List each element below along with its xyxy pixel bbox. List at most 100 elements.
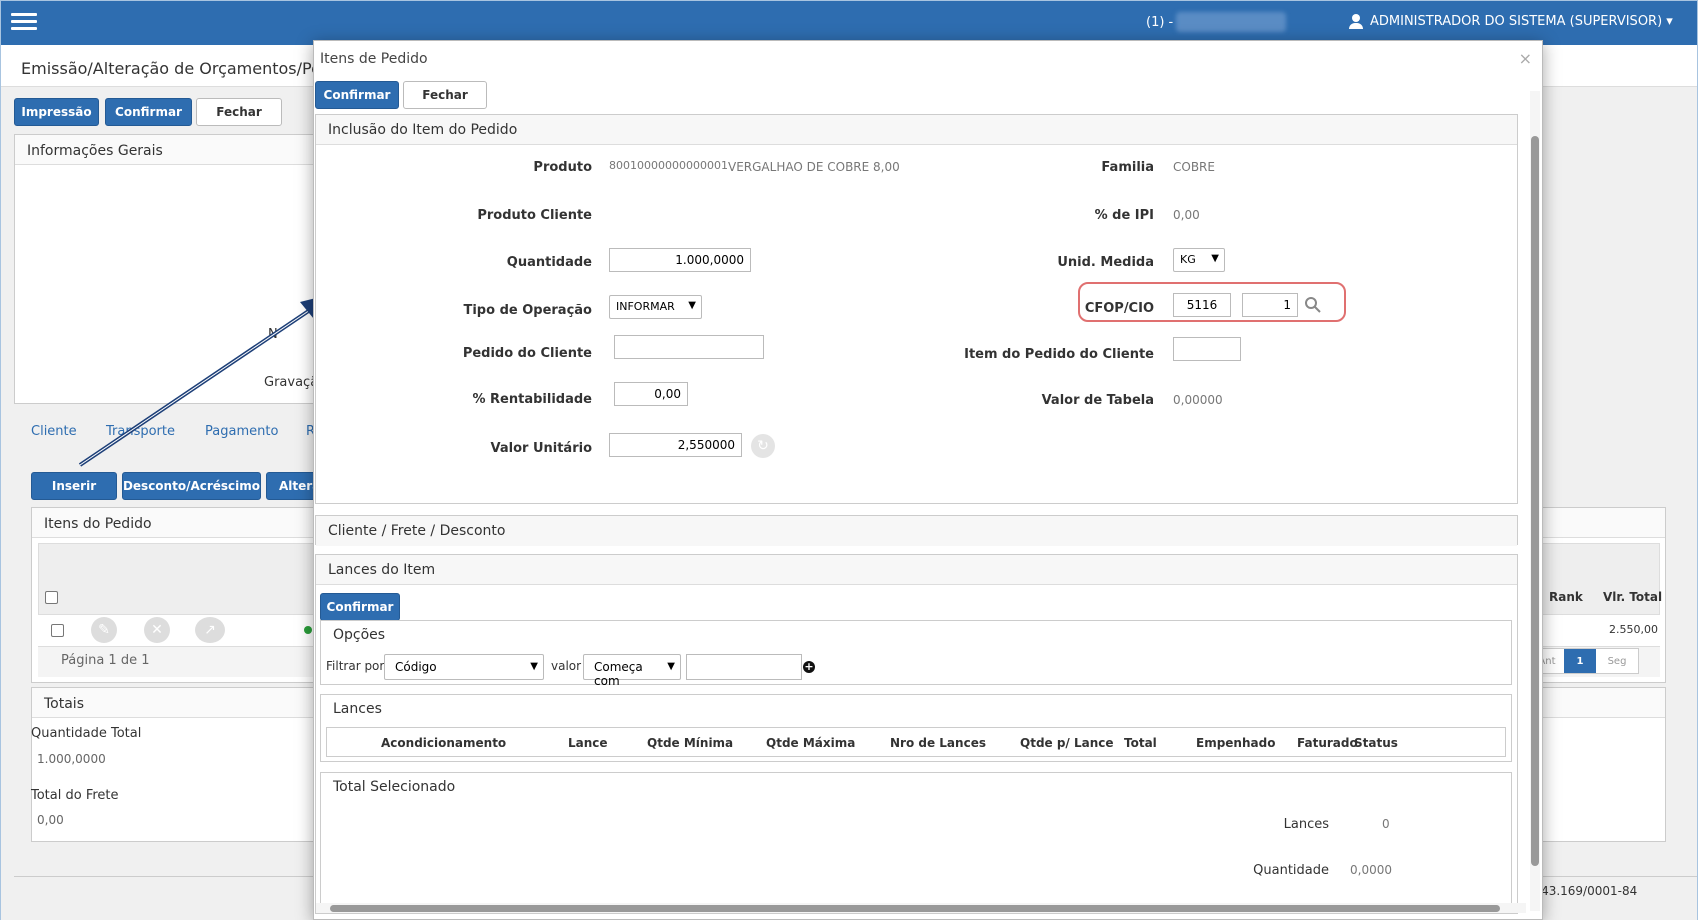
modal-close-button[interactable]: Fechar [403, 81, 487, 109]
filtrar-value: Código [395, 660, 437, 674]
unid-value: KG [1180, 253, 1196, 266]
familia-value: COBRE [1173, 160, 1215, 174]
general-info-title: Informações Gerais [15, 135, 333, 165]
cfop-input[interactable]: 5116 [1173, 293, 1231, 317]
modal-close-icon[interactable]: × [1519, 49, 1532, 68]
modal-title: Itens de Pedido [320, 51, 428, 67]
qty-total-label: Quantidade Total [31, 726, 142, 741]
chart-icon[interactable]: ↗ [195, 617, 225, 643]
col-status: Status [1354, 736, 1398, 750]
quantidade-input[interactable]: 1.000,0000 [609, 248, 751, 272]
row-checkbox[interactable] [51, 624, 64, 637]
cliente-frete-title[interactable]: Cliente / Frete / Desconto [316, 516, 1517, 546]
chevron-down-icon: ▼ [530, 661, 538, 672]
close-button[interactable]: Fechar [196, 98, 282, 126]
row-total-value: 2.550,00 [1609, 623, 1658, 636]
col-total: Total [1124, 736, 1157, 750]
lances-item-title: Lances do Item [316, 555, 1517, 585]
chevron-down-icon: ▼ [1211, 253, 1219, 264]
item-pedido-cliente-label: Item do Pedido do Cliente [964, 347, 1154, 362]
filter-value-input[interactable] [686, 654, 802, 680]
col-faturado: Faturado [1297, 736, 1358, 750]
pager-current[interactable]: 1 [1564, 649, 1596, 673]
items-modal: Itens de Pedido × Confirmar Fechar Inclu… [313, 40, 1543, 920]
total-selecionado-section: Total Selecionado [320, 772, 1512, 910]
lances-count-value: 0 [1382, 817, 1390, 831]
col-qtde-maxima: Qtde Máxima [766, 736, 856, 750]
item-pedido-cliente-input[interactable] [1173, 337, 1241, 361]
blurred-company-name [1176, 12, 1286, 32]
valor-tabela-label: Valor de Tabela [1041, 393, 1154, 408]
valor-tabela-value: 0,00000 [1173, 393, 1223, 407]
lances-count-label: Lances [1283, 817, 1329, 832]
quantidade-total-value: 0,0000 [1350, 863, 1392, 877]
select-all-checkbox[interactable] [45, 591, 58, 604]
add-filter-icon[interactable]: + [803, 661, 815, 673]
tipo-label: Tipo de Operação [463, 303, 592, 318]
rentab-input[interactable]: 0,00 [614, 382, 688, 406]
quantidade-label: Quantidade [506, 255, 592, 270]
cio-input[interactable]: 1 [1242, 293, 1298, 317]
pedido-cliente-input[interactable] [614, 335, 764, 359]
familia-label: Familia [1101, 160, 1154, 175]
filtrar-select[interactable]: Código ▼ [384, 654, 544, 680]
valor-label: valor [551, 659, 582, 673]
filtrar-label: Filtrar por [326, 659, 385, 673]
page-title: Emissão/Alteração de Orçamentos/Pedido [21, 59, 356, 78]
lances-confirm-button[interactable]: Confirmar [320, 593, 400, 621]
produto-code: 80010000000000001 [609, 159, 728, 172]
produto-label: Produto [533, 160, 592, 175]
col-qtde-minima: Qtde Mínima [647, 736, 734, 750]
annotation-arrow-icon [78, 294, 332, 467]
cfop-label: CFOP/CIO [1084, 301, 1154, 316]
confirm-button[interactable]: Confirmar [105, 98, 192, 126]
rentab-label: % Rentabilidade [472, 392, 593, 407]
page-indicator: Página 1 de 1 [61, 653, 150, 668]
opcoes-title: Opções [321, 621, 1511, 651]
pager: Ant 1 Seg [1529, 648, 1639, 674]
ipi-value: 0,00 [1173, 208, 1200, 222]
menu-icon[interactable] [11, 13, 37, 33]
produto-cliente-label: Produto Cliente [477, 208, 592, 223]
user-menu[interactable]: ADMINISTRADOR DO SISTEMA (SUPERVISOR) ▾ [1370, 14, 1673, 29]
lances-title: Lances [321, 695, 1511, 725]
chevron-down-icon: ▼ [667, 661, 675, 672]
delete-icon[interactable]: ✕ [144, 617, 170, 643]
col-nro-lances: Nro de Lances [890, 736, 986, 750]
valor-unit-label: Valor Unitário [490, 441, 593, 456]
valor-unit-input[interactable]: 2,550000 [609, 433, 742, 457]
vertical-scrollbar[interactable] [1530, 91, 1540, 911]
company-info: (1) - [1146, 15, 1174, 30]
unid-label: Unid. Medida [1057, 255, 1154, 270]
tipo-value: INFORMAR [616, 300, 675, 313]
user-icon [1349, 14, 1363, 29]
col-acondicionamento: Acondicionamento [381, 736, 507, 750]
quantidade-total-label: Quantidade [1253, 863, 1329, 878]
pedido-cliente-label: Pedido do Cliente [462, 346, 592, 361]
col-qtde-p-lance: Qtde p/ Lance [1020, 736, 1114, 750]
unid-select[interactable]: KG ▼ [1173, 248, 1225, 272]
ipi-label: % de IPI [1094, 208, 1154, 223]
cliente-frete-section[interactable]: Cliente / Frete / Desconto [315, 515, 1518, 546]
search-icon[interactable] [1304, 296, 1322, 314]
header-vlr-total: Vlr. Total [1603, 590, 1663, 604]
header-rank: Rank [1549, 590, 1583, 604]
edit-icon[interactable]: ✎ [91, 617, 117, 643]
freight-total-label: Total do Frete [31, 788, 119, 803]
total-selecionado-title: Total Selecionado [321, 773, 1511, 803]
freight-total-value: 0,00 [37, 813, 64, 827]
match-select[interactable]: Começa com ▼ [583, 654, 681, 688]
pager-next[interactable]: Seg [1596, 649, 1638, 673]
horizontal-scrollbar[interactable] [316, 903, 1526, 913]
tipo-select[interactable]: INFORMAR ▼ [609, 295, 702, 319]
inclusion-title: Inclusão do Item do Pedido [316, 115, 1517, 145]
chevron-down-icon: ▼ [688, 300, 696, 311]
refresh-icon[interactable]: ↻ [751, 434, 775, 458]
status-dot-icon [304, 626, 312, 634]
produto-desc: VERGALHAO DE COBRE 8,00 [728, 160, 900, 174]
col-lance: Lance [568, 736, 608, 750]
qty-total-value: 1.000,0000 [37, 752, 106, 766]
print-button[interactable]: Impressão [14, 98, 99, 126]
col-empenhado: Empenhado [1196, 736, 1276, 750]
modal-confirm-button[interactable]: Confirmar [315, 81, 399, 109]
